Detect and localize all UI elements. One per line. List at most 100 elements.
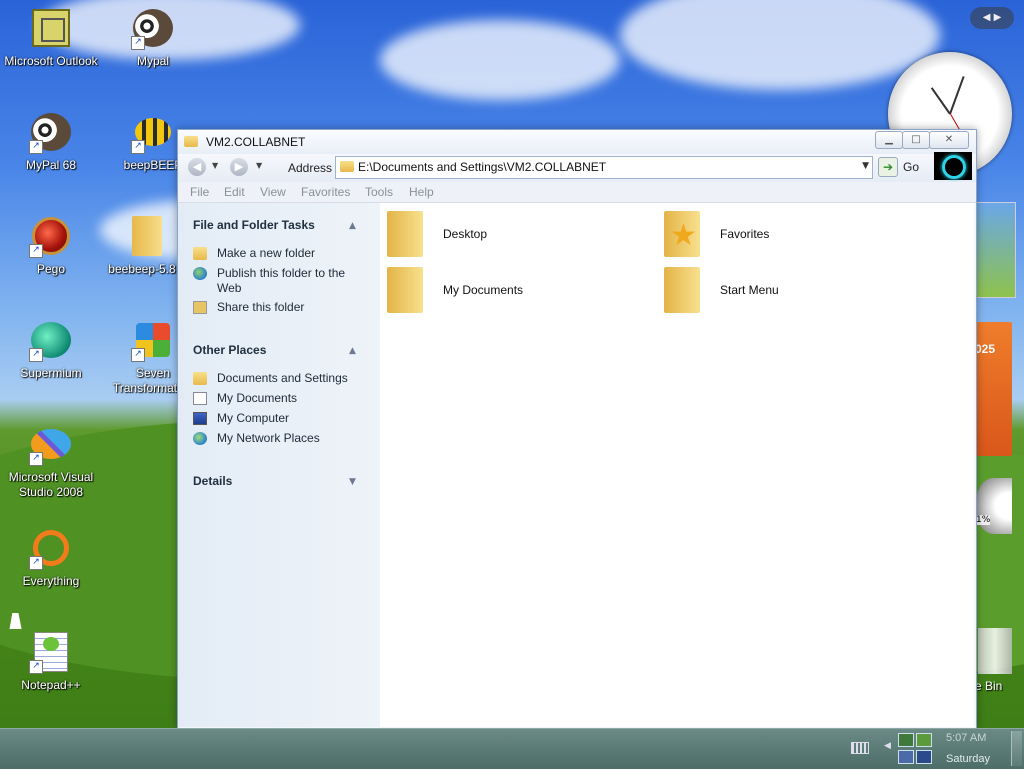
address-value: E:\Documents and Settings\VM2.COLLABNET xyxy=(358,160,607,174)
folder-item-start-menu[interactable]: Start Menu xyxy=(664,267,904,317)
shortcut-arrow-icon: ↗ xyxy=(131,348,145,362)
folder-icon xyxy=(193,372,207,385)
network-tray-icon[interactable] xyxy=(898,733,914,747)
cpu-meter-gadget: 1% xyxy=(975,478,1012,534)
desktop-icon-notepadpp[interactable]: ↗ Notepad++ xyxy=(2,630,100,693)
back-dropdown-icon[interactable]: ▼ xyxy=(212,161,218,170)
display-tray-icon[interactable] xyxy=(916,750,932,764)
clock-minute-hand xyxy=(949,76,965,115)
item-name: Desktop xyxy=(443,227,488,241)
gadget-pager[interactable]: ◀ ▶ xyxy=(970,7,1014,29)
section-details[interactable]: Details xyxy=(193,474,232,488)
meter-value: 1% xyxy=(976,515,991,525)
desktop-icon-mypal-68[interactable]: ↗ MyPal 68 xyxy=(2,110,100,173)
window-title: VM2.COLLABNET xyxy=(206,135,306,149)
recycle-bin-label: e Bin xyxy=(975,679,1003,693)
maximize-button[interactable]: □ xyxy=(902,131,930,149)
place-label: My Computer xyxy=(217,411,290,425)
shortcut-arrow-icon: ↗ xyxy=(29,348,43,362)
clock-time[interactable]: 5:07 AM xyxy=(946,732,986,744)
chevron-down-icon[interactable]: ▼ xyxy=(862,161,869,171)
item-name: Favorites xyxy=(720,227,770,241)
clock-day[interactable]: Saturday xyxy=(946,753,990,765)
share-folder-icon xyxy=(193,301,207,314)
desktop-icon-microsoft-outlook[interactable]: Microsoft Outlook xyxy=(2,6,100,69)
slideshow-gadget xyxy=(975,202,1016,298)
security-tray-icon[interactable] xyxy=(916,733,932,747)
minimize-button[interactable]: ▁ xyxy=(875,131,903,149)
volume-tray-icon[interactable] xyxy=(898,750,914,764)
explorer-window[interactable]: VM2.COLLABNET ▁ □ ✕ ◀ ▼ ▶ ▼ Address E:\D… xyxy=(177,129,977,729)
document-icon xyxy=(193,392,207,405)
folder-item-desktop[interactable]: Desktop xyxy=(387,211,627,261)
section-file-folder-tasks[interactable]: File and Folder Tasks xyxy=(193,218,315,232)
collapse-icon[interactable]: ▲ xyxy=(349,221,356,231)
item-name: My Documents xyxy=(443,283,524,297)
shortcut-arrow-icon: ↗ xyxy=(29,244,43,258)
folder-icon xyxy=(340,161,354,172)
folder-icon xyxy=(184,136,198,147)
tray-expand-icon[interactable]: ◀ xyxy=(884,741,891,751)
forward-dropdown-icon[interactable]: ▼ xyxy=(256,161,262,170)
shortcut-arrow-icon: ↗ xyxy=(29,452,43,466)
desktop-icon-pego[interactable]: ↗ Pego xyxy=(2,214,100,277)
address-toolbar: ◀ ▼ ▶ ▼ Address E:\Documents and Setting… xyxy=(178,152,976,182)
go-arrow-icon: ➔ xyxy=(878,157,898,177)
task-pane: File and Folder Tasks ▲ Make a new folde… xyxy=(178,203,380,727)
desktop-icon-label: Everything xyxy=(22,574,80,588)
go-button[interactable]: ➔ Go xyxy=(878,156,922,177)
keyboard-icon[interactable] xyxy=(851,742,869,754)
folder-content-area: Desktop ★ Favorites My Documents Start M… xyxy=(380,203,974,727)
title-bar[interactable]: VM2.COLLABNET ▁ □ ✕ xyxy=(178,130,976,154)
desktop-icon-label: Notepad++ xyxy=(21,678,81,692)
menu-edit[interactable]: Edit xyxy=(224,185,245,199)
desktop-icon-visual-studio-2008[interactable]: ↗ Microsoft Visual Studio 2008 xyxy=(2,422,100,500)
favorites-star-folder-icon: ★ xyxy=(664,211,700,257)
computer-icon xyxy=(193,412,207,425)
desktop-icon-label: Microsoft Visual Studio 2008 xyxy=(8,470,94,499)
shortcut-arrow-icon: ↗ xyxy=(131,140,145,154)
folder-icon xyxy=(387,267,423,313)
folder-item-favorites[interactable]: ★ Favorites xyxy=(664,211,904,261)
close-button[interactable]: ✕ xyxy=(929,131,969,149)
desktop-icon-label: Pego xyxy=(36,262,66,276)
desktop-icon-label: Supermium xyxy=(20,366,82,380)
folder-item-my-documents[interactable]: My Documents xyxy=(387,267,627,317)
go-label: Go xyxy=(903,160,920,174)
desktop-icon-supermium[interactable]: ↗ Supermium xyxy=(2,318,100,381)
menu-view[interactable]: View xyxy=(260,185,286,199)
address-field[interactable]: E:\Documents and Settings\VM2.COLLABNET … xyxy=(335,156,873,179)
place-label: Documents and Settings xyxy=(217,371,348,385)
desktop-icon-label: Microsoft Outlook xyxy=(4,54,98,68)
menu-tools[interactable]: Tools xyxy=(365,185,393,199)
menu-favorites[interactable]: Favorites xyxy=(301,185,350,199)
globe-icon xyxy=(193,267,207,280)
folder-icon xyxy=(132,216,162,256)
calendar-year: 025 xyxy=(975,342,996,356)
place-label: My Documents xyxy=(217,391,298,405)
show-desktop-button[interactable] xyxy=(1011,731,1022,766)
place-label: My Network Places xyxy=(217,431,320,445)
task-label: Make a new folder xyxy=(217,246,316,260)
task-label: Publish this folder to the Web xyxy=(217,266,346,295)
recycle-bin-icon[interactable] xyxy=(978,628,1012,674)
desktop-icon-mypal[interactable]: ↗ Mypal xyxy=(104,6,202,69)
shortcut-arrow-icon: ↗ xyxy=(29,660,43,674)
desktop-icon-everything[interactable]: ↗ Everything xyxy=(2,526,100,589)
expand-icon[interactable]: ▼ xyxy=(349,477,356,487)
throbber-icon xyxy=(934,152,972,180)
menu-help[interactable]: Help xyxy=(409,185,434,199)
collapse-icon[interactable]: ▲ xyxy=(349,346,356,356)
folder-icon xyxy=(664,267,700,313)
menu-file[interactable]: File xyxy=(190,185,209,199)
network-icon xyxy=(193,432,207,445)
section-other-places[interactable]: Other Places xyxy=(193,343,266,357)
menu-bar: File Edit View Favorites Tools Help xyxy=(178,182,976,203)
outlook-icon xyxy=(32,9,70,47)
new-folder-icon xyxy=(193,247,207,260)
back-button[interactable]: ◀ xyxy=(188,158,206,176)
desktop-icon-label: Mypal xyxy=(136,54,169,68)
forward-button[interactable]: ▶ xyxy=(230,158,248,176)
shortcut-arrow-icon: ↗ xyxy=(29,556,43,570)
desktop-icon-label: MyPal 68 xyxy=(25,158,77,172)
